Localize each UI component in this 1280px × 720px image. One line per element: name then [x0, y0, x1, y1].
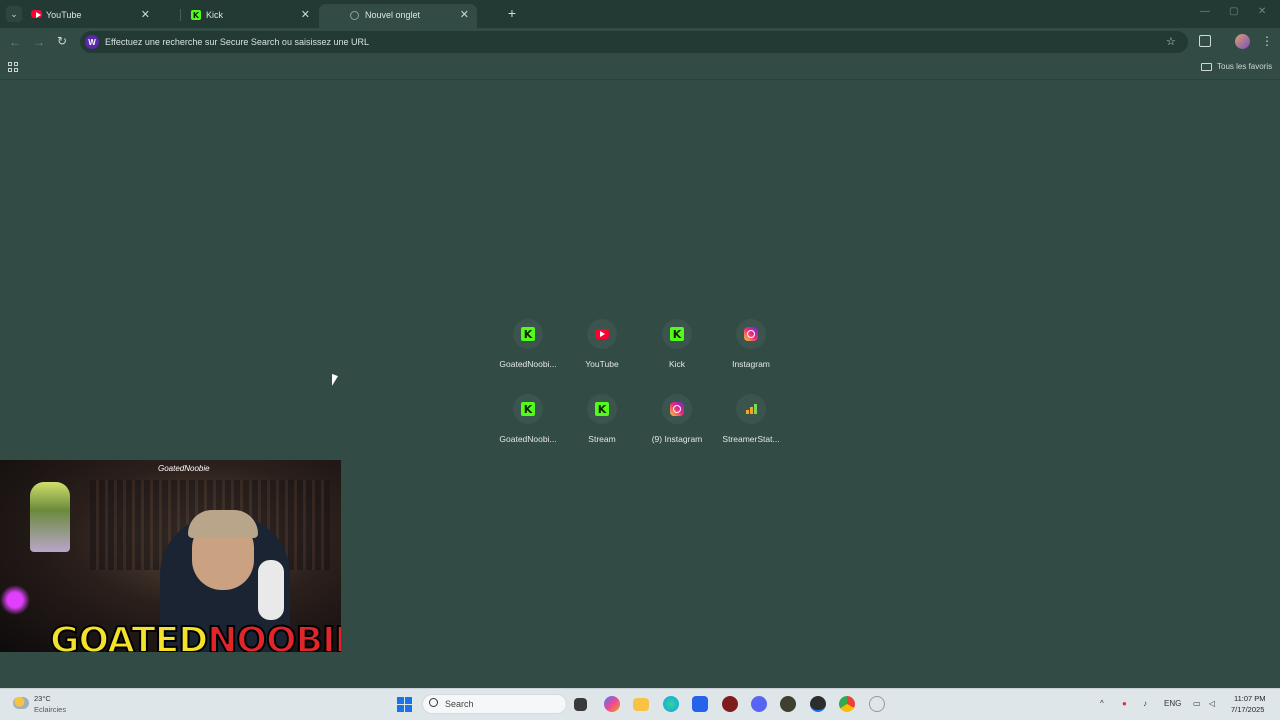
taskbar-search-box[interactable]	[422, 694, 567, 714]
shortcut-tile[interactable]: Instagram	[706, 319, 796, 383]
network-icon[interactable]: ▭	[1193, 699, 1201, 708]
profile-avatar[interactable]	[1235, 34, 1250, 49]
clock-date[interactable]: 7/17/2025	[1231, 705, 1264, 714]
tab-youtube[interactable]: YouTube ✕	[0, 4, 158, 28]
mouse-cursor	[332, 373, 338, 389]
task-view-icon[interactable]	[574, 698, 587, 711]
tab-title: Kick	[206, 10, 224, 20]
folder-icon	[1201, 62, 1212, 71]
address-placeholder[interactable]: Effectuez une recherche sur Secure Searc…	[105, 37, 369, 47]
restore-icon[interactable]: ▢	[1229, 6, 1238, 17]
shortcut-icon-circle: K	[513, 319, 543, 349]
shortcut-label: StreamerStat...	[722, 434, 780, 444]
search-icon	[429, 698, 438, 707]
kick-icon: K	[521, 327, 535, 341]
shortcut-icon-circle	[736, 394, 766, 424]
chrome-icon[interactable]	[839, 696, 855, 712]
new-tab-button[interactable]: +	[505, 5, 519, 21]
shortcut-icon-circle: K	[587, 394, 617, 424]
shortcut-label: Instagram	[732, 359, 770, 369]
all-bookmarks-label: Tous les favoris	[1217, 62, 1273, 71]
bookmarks-bar	[0, 56, 1280, 80]
shortcut-icon-circle	[736, 319, 766, 349]
apps-grid-icon[interactable]	[8, 62, 18, 72]
store-icon[interactable]	[692, 696, 708, 712]
shortcut-icon-circle: K	[662, 319, 692, 349]
shortcut-icon-circle	[587, 319, 617, 349]
all-bookmarks-button[interactable]: Tous les favoris	[1201, 62, 1272, 71]
app-outline-icon[interactable]	[869, 696, 885, 712]
close-icon[interactable]: ✕	[141, 8, 150, 21]
channel-brand-logo: GOATEDNOOBIE	[49, 619, 341, 652]
shortcut-icon-circle	[662, 394, 692, 424]
instagram-icon	[744, 327, 758, 341]
minimize-icon[interactable]: —	[1200, 6, 1210, 17]
discord-icon[interactable]	[751, 696, 767, 712]
app-red-icon[interactable]	[722, 696, 738, 712]
microphone	[258, 560, 284, 620]
shortcut-icon-circle: K	[513, 394, 543, 424]
search-engine-logo: W	[85, 35, 99, 49]
edge-icon[interactable]	[663, 696, 679, 712]
youtube-icon	[595, 329, 609, 339]
shortcut-tile[interactable]: StreamerStat...	[706, 394, 796, 458]
weather-temperature[interactable]: 23°C	[34, 694, 51, 703]
tab-title: YouTube	[46, 10, 82, 20]
kick-icon: K	[521, 402, 535, 416]
streamer-cap	[188, 510, 258, 538]
instagram-icon	[670, 402, 684, 416]
channel-handle: GoatedNoobie	[158, 464, 210, 473]
weather-icon[interactable]	[13, 697, 29, 709]
file-explorer-icon[interactable]	[633, 698, 649, 711]
clock-time[interactable]: 11:07 PM	[1234, 694, 1266, 703]
copilot-icon[interactable]	[604, 696, 620, 712]
bookmark-star-icon[interactable]: ☆	[1166, 35, 1176, 48]
close-icon[interactable]: ✕	[460, 8, 469, 21]
forward-icon[interactable]: →	[33, 35, 45, 49]
webcam-overlay: GoatedNoobie GOATEDNOOBIE	[0, 460, 341, 652]
close-icon[interactable]: ✕	[301, 8, 310, 21]
globe-icon	[350, 11, 359, 20]
tray-overflow-icon[interactable]: ^	[1100, 699, 1104, 708]
app-dark-icon[interactable]	[780, 696, 796, 712]
bar-chart-icon	[745, 404, 757, 414]
kick-icon: K	[670, 327, 684, 341]
kick-icon: K	[191, 10, 201, 20]
kick-icon: K	[595, 402, 609, 416]
reload-icon[interactable]: ↻	[57, 34, 67, 48]
back-icon[interactable]: ←	[9, 35, 21, 49]
window-close-icon[interactable]: ✕	[1258, 6, 1266, 17]
menu-icon[interactable]: ⋮	[1261, 34, 1273, 48]
figurine	[30, 482, 70, 552]
taskbar-search-label[interactable]: Search	[445, 699, 474, 709]
language-indicator[interactable]: ENG	[1164, 699, 1181, 708]
microphone-icon[interactable]: ♪	[1143, 699, 1147, 708]
windows-start-icon[interactable]	[397, 697, 412, 712]
weather-description[interactable]: Eclaircies	[34, 705, 66, 714]
tray-app-icon[interactable]: ●	[1122, 699, 1127, 708]
neon-light	[0, 580, 30, 620]
tab-kick[interactable]: K Kick ✕	[160, 4, 318, 28]
youtube-icon	[31, 10, 42, 21]
volume-icon[interactable]: ◁	[1209, 699, 1215, 708]
extensions-icon[interactable]	[1199, 35, 1211, 47]
tab-title: Nouvel onglet	[365, 10, 421, 20]
obs-icon[interactable]	[810, 696, 826, 712]
tab-new-tab[interactable]: Nouvel onglet ✕	[319, 4, 477, 28]
